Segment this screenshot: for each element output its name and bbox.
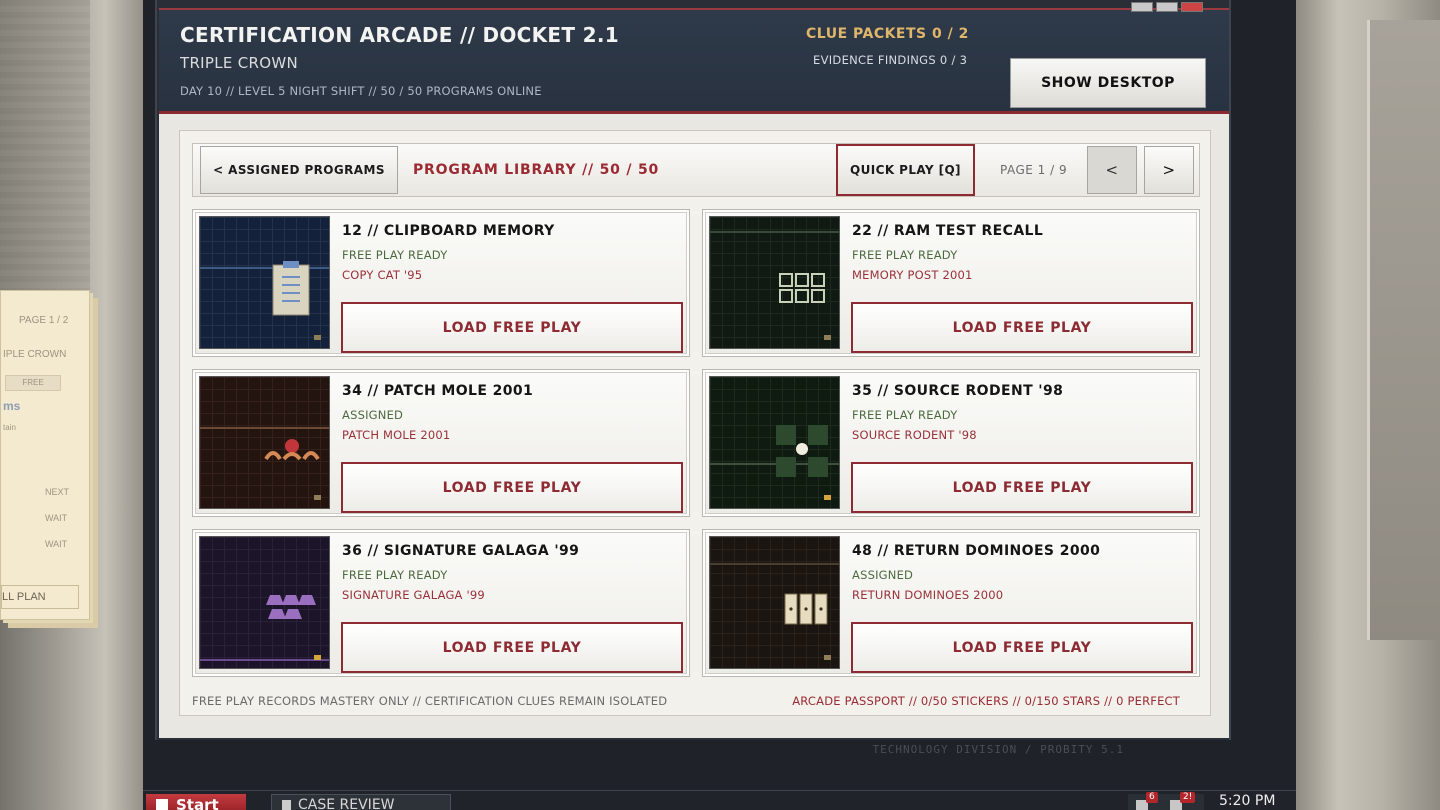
program-library-panel: < ASSIGNED PROGRAMS PROGRAM LIBRARY // 5… [179,130,1211,716]
app-content: < ASSIGNED PROGRAMS PROGRAM LIBRARY // 5… [159,114,1229,738]
game-subtitle: PATCH MOLE 2001 [342,428,451,442]
paper-text: PAGE 1 / 2 [19,315,69,326]
game-title: 22 // RAM TEST RECALL [852,223,1044,239]
thumb-marker [314,655,321,660]
dominoes-icon [784,593,828,625]
paper-text: ms [3,399,21,413]
invader-formation-icon [266,595,316,619]
game-subtitle: MEMORY POST 2001 [852,268,973,282]
paper-text: tain [3,423,16,432]
monitor-brand-line2: TECHNOLOGY DIVISION / PROBITY 5.1 [872,743,1124,756]
game-thumbnail [199,216,330,349]
game-title: 35 // SOURCE RODENT '98 [852,383,1064,399]
game-thumbnail [199,536,330,669]
game-status: FREE PLAY READY [852,408,958,422]
thumb-scanline [710,563,839,565]
paper-text: WAIT [45,539,68,549]
thumb-scanline [200,659,329,661]
start-logo-icon [156,799,168,810]
arcade-app-window: CERTIFICATION ARCADE // DOCKET 2.1 TRIPL… [155,0,1231,740]
taskbar: Start CASE REVIEW 6 2! 5:20 PM [143,790,1296,810]
thumb-scanline [200,427,329,429]
game-status: ASSIGNED [852,568,914,582]
clue-packets-counter: CLUE PACKETS 0 / 2 [806,26,969,42]
thumb-marker [314,335,321,340]
app-header: CERTIFICATION ARCADE // DOCKET 2.1 TRIPL… [159,2,1229,114]
game-title: 34 // PATCH MOLE 2001 [342,383,534,399]
assigned-programs-button[interactable]: < ASSIGNED PROGRAMS [200,146,398,194]
next-page-button[interactable]: > [1144,146,1194,194]
paper-text: IPLE CROWN [3,349,67,360]
taskbar-item-case-review[interactable]: CASE REVIEW [271,794,451,810]
rodent-maze-icon [776,425,828,477]
document-icon [282,800,291,810]
minimize-button[interactable] [1131,2,1153,12]
app-title: CERTIFICATION ARCADE // DOCKET 2.1 [180,23,619,47]
paper-text: NEXT [45,487,70,497]
game-card-signature-galaga: 36 // SIGNATURE GALAGA '99 FREE PLAY REA… [192,529,690,677]
thumb-marker [824,495,831,500]
load-free-play-button[interactable]: LOAD FREE PLAY [851,622,1193,673]
thumb-scanline [710,231,839,233]
memory-grid-icon [779,273,825,303]
thumb-marker [314,495,321,500]
cubicle-wall-right [1295,0,1440,810]
game-card-patch-mole: 34 // PATCH MOLE 2001 ASSIGNED PATCH MOL… [192,369,690,517]
mole-icon [264,439,320,461]
paper-text: FREE [5,375,61,391]
game-status: ASSIGNED [342,408,404,422]
game-subtitle: SIGNATURE GALAGA '99 [342,588,485,602]
footer-note: FREE PLAY RECORDS MASTERY ONLY // CERTIF… [192,694,668,708]
game-title: 36 // SIGNATURE GALAGA '99 [342,543,580,559]
paper-text: WAIT [45,513,68,523]
task-label: CASE REVIEW [298,797,395,810]
mail-badge: 6 [1146,792,1158,803]
load-free-play-button[interactable]: LOAD FREE PLAY [851,302,1193,353]
previous-page-button[interactable]: < [1087,146,1137,194]
game-thumbnail [709,216,840,349]
thumb-marker [824,335,831,340]
game-status: FREE PLAY READY [342,568,448,582]
evidence-findings-counter: EVIDENCE FINDINGS 0 / 3 [813,53,968,67]
load-free-play-button[interactable]: LOAD FREE PLAY [341,462,683,513]
clipboard-icon [272,261,310,316]
game-card-source-rodent: 35 // SOURCE RODENT '98 FREE PLAY READY … [702,369,1200,517]
pinned-paper-note: PAGE 1 / 2 IPLE CROWN FREE ms tain NEXT … [0,290,90,620]
load-free-play-button[interactable]: LOAD FREE PLAY [341,302,683,353]
game-subtitle: SOURCE RODENT '98 [852,428,977,442]
game-title: 12 // CLIPBOARD MEMORY [342,223,555,239]
app-status-line: DAY 10 // LEVEL 5 NIGHT SHIFT // 50 / 50… [180,84,542,98]
close-button[interactable] [1181,2,1203,12]
game-thumbnail [709,536,840,669]
maximize-button[interactable] [1156,2,1178,12]
game-subtitle: COPY CAT '95 [342,268,423,282]
game-card-clipboard-memory: 12 // CLIPBOARD MEMORY FREE PLAY READY C… [192,209,690,357]
game-status: FREE PLAY READY [852,248,958,262]
paper-text: LL PLAN [1,585,79,609]
library-nav-bar: < ASSIGNED PROGRAMS PROGRAM LIBRARY // 5… [192,143,1200,197]
game-title: 48 // RETURN DOMINOES 2000 [852,543,1101,559]
game-card-return-dominoes: 48 // RETURN DOMINOES 2000 ASSIGNED RETU… [702,529,1200,677]
taskbar-clock: 5:20 PM [1219,793,1276,809]
app-subtitle: TRIPLE CROWN [180,54,299,72]
game-thumbnail [709,376,840,509]
alert-badge: 2! [1180,792,1196,803]
game-thumbnail [199,376,330,509]
load-free-play-button[interactable]: LOAD FREE PLAY [341,622,683,673]
show-desktop-button[interactable]: SHOW DESKTOP [1010,58,1206,108]
system-tray: 6 2! [1128,792,1204,810]
library-title: PROGRAM LIBRARY // 50 / 50 [413,162,660,178]
game-status: FREE PLAY READY [342,248,448,262]
game-subtitle: RETURN DOMINOES 2000 [852,588,1004,602]
page-indicator: PAGE 1 / 9 [1000,163,1068,177]
load-free-play-button[interactable]: LOAD FREE PLAY [851,462,1193,513]
arcade-passport-status: ARCADE PASSPORT // 0/50 STICKERS // 0/15… [792,694,1180,708]
game-card-ram-test-recall: 22 // RAM TEST RECALL FREE PLAY READY ME… [702,209,1200,357]
start-button[interactable]: Start [146,794,246,810]
start-label: Start [176,796,219,810]
thumb-marker [824,655,831,660]
quick-play-button[interactable]: QUICK PLAY [Q] [836,144,975,196]
window-controls [1131,2,1203,12]
